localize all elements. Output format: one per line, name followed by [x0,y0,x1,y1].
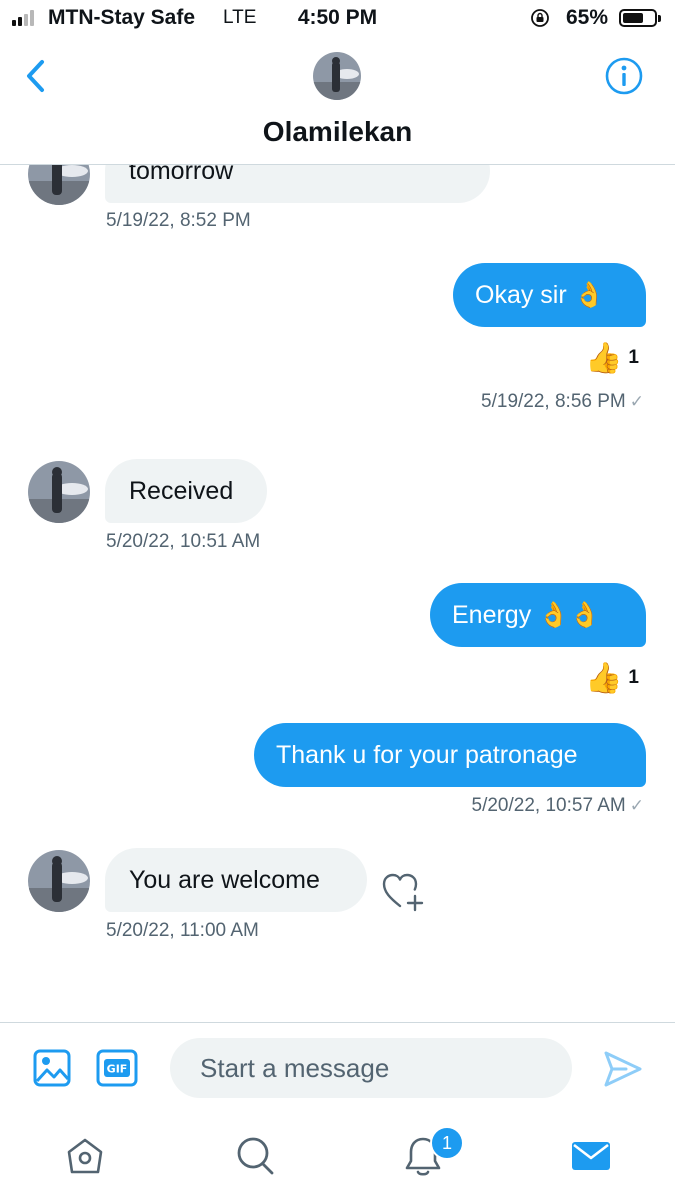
message-timestamp: 5/20/22, 10:57 AM ✓ [472,795,644,817]
message-text: You are welcome [129,866,320,894]
sent-check-icon: ✓ [629,392,644,411]
outgoing-message-bubble[interactable]: Thank u for your patronage [254,723,646,787]
reaction-count: 1 [628,667,639,688]
incoming-message-bubble[interactable]: You are welcome [105,848,367,912]
timestamp-text: 5/20/22, 10:57 AM [471,795,626,816]
search-icon[interactable] [234,1134,276,1178]
message-timestamp: 5/20/22, 10:51 AM [106,531,261,552]
incoming-message-bubble[interactable]: Received [105,459,267,523]
message-text: tomorrow [129,165,234,185]
message-timestamp: 5/19/22, 8:56 PM ✓ [481,391,644,413]
thumbs-up-icon: 👍 [585,661,623,695]
sent-check-icon: ✓ [629,796,644,815]
message-text: Thank u for your patronage [276,741,578,769]
add-reaction-heart-icon[interactable] [380,870,426,912]
conversation-header: Olamilekan [0,38,675,165]
orientation-lock-icon [531,9,549,27]
message-timestamp: 5/19/22, 8:52 PM [106,210,251,231]
contact-name[interactable]: Olamilekan [0,116,675,148]
battery-percent: 65% [566,6,609,29]
message-text: Received [129,477,234,505]
gif-icon[interactable]: GIF [96,1048,138,1088]
home-icon[interactable] [64,1134,106,1178]
message-input[interactable]: Start a message [170,1038,572,1098]
status-bar: MTN-Stay Safe LTE 4:50 PM 65% [0,0,675,38]
thumbs-up-icon: 👍 [585,341,623,375]
battery-icon [619,9,661,27]
send-icon[interactable] [602,1048,644,1090]
outgoing-message-bubble[interactable]: Energy 👌👌 [430,583,646,647]
message-timestamp: 5/20/22, 11:00 AM [106,920,259,941]
message-reaction[interactable]: 👍 1 [585,338,639,378]
contact-avatar[interactable] [313,52,361,100]
avatar[interactable] [28,461,90,523]
messages-mail-icon[interactable] [570,1134,612,1178]
image-icon[interactable] [32,1048,72,1088]
incoming-message-bubble[interactable]: tomorrow [105,165,490,203]
message-text: Okay sir 👌 [475,281,605,309]
info-icon[interactable] [604,56,644,96]
reaction-count: 1 [628,347,639,368]
svg-text:GIF: GIF [107,1063,128,1076]
outgoing-message-bubble[interactable]: Okay sir 👌 [453,263,646,327]
back-arrow-icon[interactable] [20,56,54,96]
tab-bar: 1 [0,1112,675,1200]
message-reaction[interactable]: 👍 1 [585,658,639,698]
notification-badge: 1 [430,1126,464,1160]
avatar[interactable] [28,165,90,205]
timestamp-text: 5/19/22, 8:56 PM [481,391,626,412]
message-composer: GIF Start a message [0,1022,675,1113]
message-clip: tomorrow [0,165,675,205]
avatar[interactable] [28,850,90,912]
message-text: Energy 👌👌 [452,601,601,629]
